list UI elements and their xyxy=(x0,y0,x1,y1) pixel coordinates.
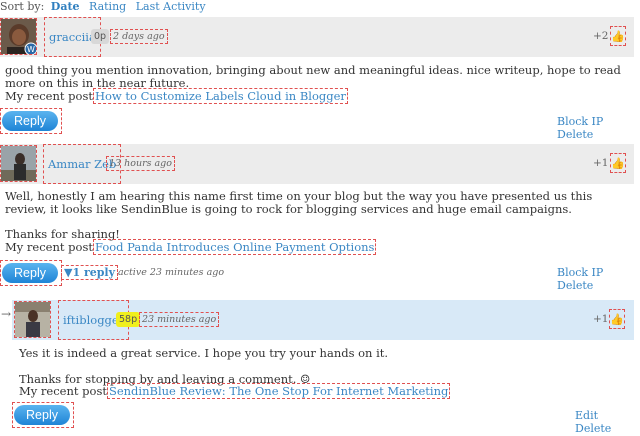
thumb-up-icon[interactable]: 👍 xyxy=(609,309,625,329)
delete-link[interactable]: Delete xyxy=(575,422,611,435)
comment-text: good thing you mention innovation, bring… xyxy=(5,63,621,90)
comment-body: good thing you mention innovation, bring… xyxy=(5,63,633,104)
thumb-up-icon[interactable]: 👍 xyxy=(610,153,626,173)
timestamp[interactable]: 23 minutes ago xyxy=(139,312,220,327)
recent-post-link[interactable]: How to Customize Labels Cloud in Blogger xyxy=(92,87,348,104)
recent-post-label: My recent post xyxy=(19,384,107,399)
recent-post-label: My recent post xyxy=(5,240,93,255)
sort-bar: Sort by: Date Rating Last Activity xyxy=(0,0,206,14)
comment-header: W gracciia 0p 2 days ago +2 👍 xyxy=(0,17,634,57)
timestamp[interactable]: 13 hours ago xyxy=(106,156,175,171)
points-badge: 0p xyxy=(91,29,110,44)
comment-text: Yes it is indeed a great service. I hope… xyxy=(19,346,389,360)
points-badge: 58p xyxy=(116,312,141,327)
recent-post-link[interactable]: Food Panda Introduces Online Payment Opt… xyxy=(92,239,377,256)
reply-button[interactable]: Reply xyxy=(0,260,62,286)
reply-arrow-icon: → xyxy=(1,307,12,321)
reply-button-label: Reply xyxy=(2,263,58,283)
reply-button[interactable]: Reply xyxy=(12,402,74,428)
active-note: active 23 minutes ago xyxy=(118,267,225,278)
reply-button-label: Reply xyxy=(2,111,58,131)
block-ip-link[interactable]: Block IP xyxy=(557,266,603,279)
block-ip-link[interactable]: Block IP xyxy=(557,115,603,128)
comment-header: Ammar Zeb 13 hours ago +1 👍 xyxy=(0,144,634,184)
vote-score: +2 xyxy=(593,30,609,42)
vote-score: +1 xyxy=(593,157,609,169)
delete-link[interactable]: Delete xyxy=(557,128,593,141)
comment-body: Well, honestly I am hearing this name fi… xyxy=(5,189,633,256)
comment-header: iftiblogger 58p 23 minutes ago +1 👍 xyxy=(12,300,634,340)
reply-button-label: Reply xyxy=(14,405,70,425)
recent-post-link[interactable]: SendinBlue Review: The One Stop For Inte… xyxy=(106,383,451,400)
avatar[interactable]: W xyxy=(0,18,37,55)
avatar[interactable] xyxy=(14,301,51,338)
comment-actions: Block IP Delete xyxy=(548,115,640,141)
delete-link[interactable]: Delete xyxy=(557,279,593,292)
comment-actions: Edit Delete xyxy=(566,409,640,435)
edit-link[interactable]: Edit xyxy=(575,409,598,422)
timestamp[interactable]: 2 days ago xyxy=(110,29,168,44)
replies-toggle[interactable]: ▼1 reply xyxy=(61,265,118,280)
avatar[interactable] xyxy=(0,145,37,182)
sort-option-date[interactable]: Date xyxy=(51,0,80,13)
sort-option-last-activity[interactable]: Last Activity xyxy=(136,0,206,13)
reply-button[interactable]: Reply xyxy=(0,108,62,134)
sort-label: Sort by: xyxy=(0,0,45,13)
sort-option-rating[interactable]: Rating xyxy=(89,0,126,13)
thumb-up-icon[interactable]: 👍 xyxy=(610,26,626,46)
comment-text: Well, honestly I am hearing this name fi… xyxy=(5,189,593,216)
svg-text:W: W xyxy=(27,45,35,54)
comment-body: Yes it is indeed a great service. I hope… xyxy=(19,346,631,400)
recent-post-label: My recent post xyxy=(5,88,93,103)
comment-actions: Block IP Delete xyxy=(548,266,640,292)
vote-score: +1 xyxy=(593,313,609,325)
